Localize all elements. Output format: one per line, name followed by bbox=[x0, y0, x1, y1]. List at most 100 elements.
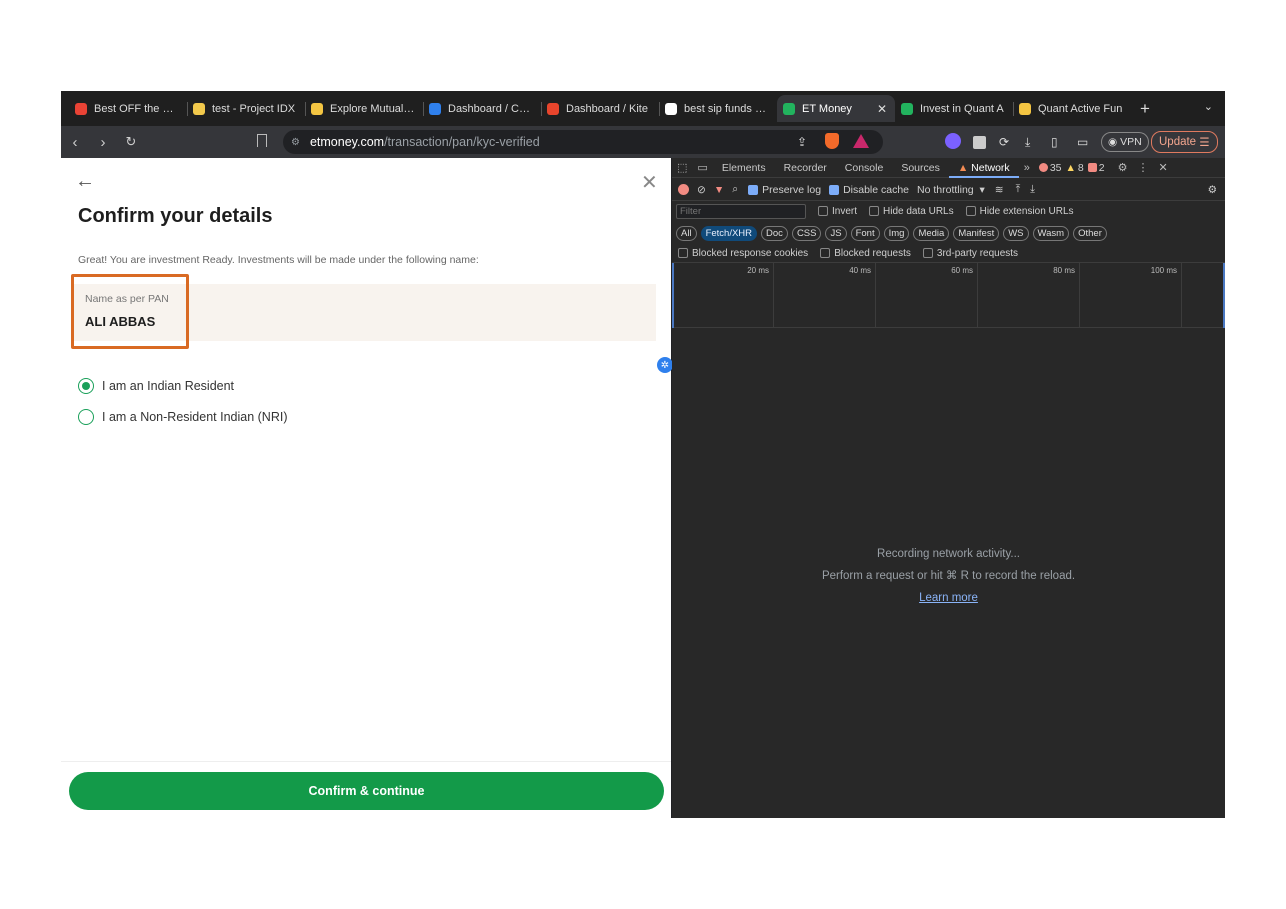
warning-count[interactable]: ▲ 8 bbox=[1066, 162, 1084, 174]
type-filter-chip[interactable]: Doc bbox=[761, 225, 788, 241]
close-icon[interactable]: ✕ bbox=[641, 170, 658, 195]
issues-count[interactable]: 2 bbox=[1087, 162, 1105, 174]
settings-gear-icon[interactable]: ⚙ bbox=[1113, 161, 1133, 174]
type-filter-chip[interactable]: Fetch/XHR bbox=[700, 225, 758, 241]
timeline-tick-label: 60 ms bbox=[951, 266, 973, 275]
timeline-tick-label: 40 ms bbox=[849, 266, 871, 275]
preserve-log-checkbox[interactable]: Preserve log bbox=[748, 184, 821, 196]
browser-tab[interactable]: Invest in Quant A bbox=[895, 95, 1013, 122]
reload-icon[interactable]: ↻ bbox=[117, 134, 145, 150]
invert-checkbox[interactable]: Invert bbox=[818, 206, 857, 217]
empty-title: Recording network activity... bbox=[877, 548, 1020, 560]
etmoney-icon bbox=[783, 102, 795, 115]
type-filter-chip[interactable]: JS bbox=[825, 225, 847, 241]
confirm-continue-button[interactable]: Confirm & continue bbox=[69, 772, 664, 810]
brave-rewards-icon[interactable] bbox=[853, 131, 869, 151]
timeline-tick-label: 20 ms bbox=[747, 266, 769, 275]
google-icon bbox=[665, 102, 677, 115]
tab-network[interactable]: ▲ Network bbox=[948, 158, 1019, 178]
export-har-icon[interactable]: ⤓ bbox=[1030, 183, 1035, 196]
floating-extension-icon[interactable]: ✲ bbox=[657, 357, 673, 373]
type-filter-chip[interactable]: Wasm bbox=[1032, 225, 1070, 241]
back-nav-icon[interactable]: ‹ bbox=[61, 134, 89, 151]
browser-tab[interactable]: best sip funds - G bbox=[659, 95, 777, 122]
blocked-cookies-label: Blocked response cookies bbox=[692, 247, 809, 259]
extension-icon[interactable] bbox=[945, 131, 961, 151]
hide-extension-urls-checkbox[interactable]: Hide extension URLs bbox=[965, 206, 1074, 217]
site-settings-icon[interactable]: ⚙ bbox=[291, 137, 300, 148]
network-overview-timeline[interactable]: 20 ms 40 ms 60 ms 80 ms 100 ms bbox=[672, 262, 1225, 328]
tab-label: Invest in Quant A bbox=[920, 102, 1004, 115]
timeline-right-handle[interactable] bbox=[1223, 263, 1225, 328]
record-icon[interactable] bbox=[678, 184, 689, 195]
radio-indian-resident[interactable]: I am an Indian Resident bbox=[78, 378, 234, 394]
new-tab-button[interactable]: + bbox=[1131, 99, 1159, 119]
tab-recorder[interactable]: Recorder bbox=[775, 158, 836, 178]
extensions-puzzle-icon[interactable]: ⟳ bbox=[999, 132, 1009, 152]
timeline-column: 40 ms bbox=[774, 263, 876, 328]
type-filter-chip[interactable]: CSS bbox=[791, 225, 822, 241]
address-bar[interactable]: ⚙ etmoney.com/transaction/pan/kyc-verifi… bbox=[283, 130, 883, 154]
tab-elements[interactable]: Elements bbox=[713, 158, 775, 178]
vpn-button[interactable]: ◉ VPN bbox=[1101, 132, 1149, 152]
more-tabs-icon[interactable]: » bbox=[1019, 162, 1035, 174]
tab-console[interactable]: Console bbox=[836, 158, 893, 178]
kebab-menu-icon[interactable]: ⋮ bbox=[1132, 161, 1153, 174]
tab-sources[interactable]: Sources bbox=[892, 158, 949, 178]
network-settings-icon[interactable]: ⚙ bbox=[1208, 184, 1217, 196]
browser-tab[interactable]: Dashboard / Cons bbox=[423, 95, 541, 122]
blocked-cookies-checkbox[interactable]: Blocked response cookies bbox=[678, 248, 808, 259]
tab-close-icon[interactable]: ✕ bbox=[877, 102, 887, 116]
device-toolbar-icon[interactable]: ▭ bbox=[692, 161, 712, 174]
third-party-checkbox[interactable]: 3rd-party requests bbox=[922, 248, 1018, 259]
type-filter-chip[interactable]: Img bbox=[883, 225, 910, 241]
hide-data-urls-checkbox[interactable]: Hide data URLs bbox=[869, 206, 954, 217]
learn-more-link[interactable]: Learn more bbox=[919, 592, 978, 604]
browser-tab[interactable]: ET Money ✕ bbox=[777, 95, 895, 122]
radio-unselected-icon[interactable] bbox=[78, 409, 94, 425]
wallet-icon[interactable]: ▭ bbox=[1077, 132, 1088, 152]
filter-funnel-icon[interactable]: ▼ bbox=[714, 184, 724, 196]
browser-tab[interactable]: Best OFF the best bbox=[69, 95, 187, 122]
browser-tab[interactable]: Dashboard / Kite bbox=[541, 95, 659, 122]
browser-window: Best OFF the best test - Project IDX Explo… bbox=[61, 91, 1225, 818]
type-filter-chip[interactable]: All bbox=[676, 225, 697, 241]
browser-tab[interactable]: Quant Active Fun bbox=[1013, 95, 1131, 122]
tab-label: best sip funds - G bbox=[684, 102, 769, 115]
type-filter-chip[interactable]: Font bbox=[850, 225, 880, 241]
browser-tab[interactable]: test - Project IDX bbox=[187, 95, 305, 122]
brave-shield-icon[interactable] bbox=[825, 131, 839, 151]
blocked-filters-row: Blocked response cookies Blocked request… bbox=[672, 244, 1225, 262]
browser-tab[interactable]: Explore Mutual fu bbox=[305, 95, 423, 122]
type-filter-chip[interactable]: Media bbox=[913, 225, 950, 241]
sidebar-icon[interactable]: ▯ bbox=[1051, 132, 1058, 152]
download-icon[interactable]: ⤓ bbox=[1025, 132, 1030, 152]
browser-toolbar: ‹ › ↻ ⚙ etmoney.com/transaction/pan/kyc-… bbox=[61, 126, 1225, 158]
error-count[interactable]: 35 bbox=[1038, 162, 1062, 174]
type-filter-chip[interactable]: WS bbox=[1003, 225, 1029, 241]
search-icon[interactable]: ⌕ bbox=[732, 183, 738, 196]
import-har-icon[interactable]: ⤒ bbox=[1016, 183, 1021, 196]
share-icon[interactable]: ⇪ bbox=[797, 132, 807, 152]
network-conditions-icon[interactable]: ≋ bbox=[995, 184, 1004, 196]
close-devtools-icon[interactable]: ✕ bbox=[1153, 161, 1172, 174]
profile-icon[interactable] bbox=[973, 132, 986, 152]
bookmark-icon[interactable] bbox=[257, 134, 267, 147]
forward-nav-icon[interactable]: › bbox=[89, 134, 117, 151]
update-button[interactable]: Update ☰ bbox=[1151, 131, 1218, 153]
blocked-requests-checkbox[interactable]: Blocked requests bbox=[820, 248, 911, 259]
tab-search-icon[interactable]: ⌄ bbox=[1204, 100, 1213, 113]
disable-cache-checkbox[interactable]: Disable cache bbox=[829, 184, 909, 196]
radio-selected-icon[interactable] bbox=[78, 378, 94, 394]
type-filter-chip[interactable]: Other bbox=[1073, 225, 1107, 241]
radio-nri[interactable]: I am a Non-Resident Indian (NRI) bbox=[78, 409, 288, 425]
empty-state: Recording network activity... Perform a … bbox=[672, 543, 1225, 609]
type-filter-chip[interactable]: Manifest bbox=[953, 225, 1000, 241]
throttling-select[interactable]: No throttling ▾ bbox=[917, 184, 985, 196]
console-icon bbox=[429, 102, 441, 115]
back-arrow-icon[interactable]: ← bbox=[75, 170, 95, 193]
clear-icon[interactable]: ⊘ bbox=[697, 184, 706, 196]
filter-input[interactable] bbox=[676, 204, 806, 219]
timeline-column: 20 ms bbox=[672, 263, 774, 328]
inspect-element-icon[interactable]: ⬚ bbox=[672, 161, 692, 174]
